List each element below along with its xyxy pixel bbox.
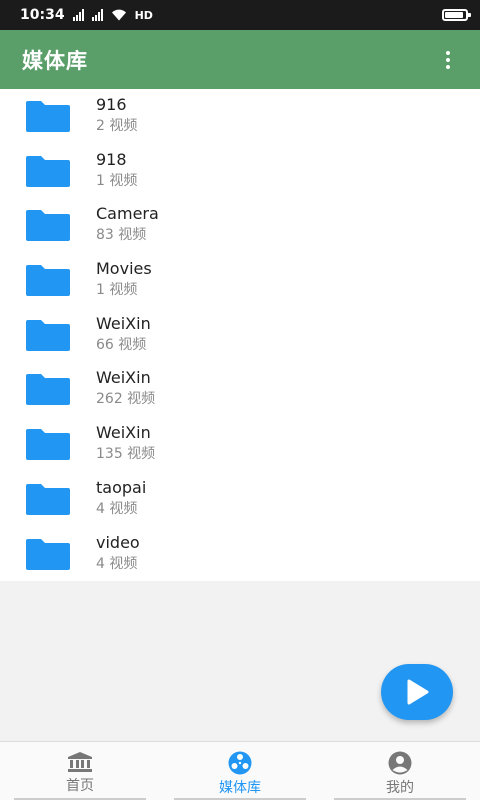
folder-list: 916 2 视频 918 1 视频 Camera 83 视频 Movies 1 视频 W… [0, 89, 480, 581]
folder-video-count: 4 视频 [96, 500, 138, 517]
bottom-navigation: 首页 媒体库 我的 [0, 741, 480, 800]
folder-icon [26, 155, 70, 187]
more-options-button[interactable] [438, 45, 458, 75]
film-reel-icon [228, 751, 252, 775]
folder-item[interactable]: 918 1 视频 [0, 144, 480, 199]
battery-icon [442, 9, 471, 21]
more-vert-dot [446, 57, 450, 62]
folder-item[interactable]: video 4 视频 [0, 527, 480, 582]
tab-home[interactable]: 首页 [0, 742, 160, 800]
folder-name: taopai [96, 477, 147, 497]
folder-video-count: 1 视频 [96, 172, 138, 189]
folder-name: Movies [96, 259, 152, 279]
network-type-label: HD [134, 8, 153, 22]
wifi-icon [111, 9, 126, 21]
folder-video-count: 83 视频 [96, 227, 147, 244]
folder-icon [26, 538, 70, 570]
battery-level [445, 12, 463, 18]
folder-name: video [96, 532, 140, 552]
play-icon [407, 679, 429, 705]
folder-item[interactable]: Movies 1 视频 [0, 253, 480, 308]
tab-home-label: 首页 [66, 778, 94, 794]
tab-mine-label: 我的 [386, 780, 414, 796]
account-icon [388, 751, 412, 775]
folder-name: Camera [96, 204, 159, 224]
folder-video-count: 262 视频 [96, 391, 156, 408]
folder-item[interactable]: WeiXin 262 视频 [0, 362, 480, 417]
bank-icon [68, 752, 92, 772]
folder-item[interactable]: WeiXin 66 视频 [0, 308, 480, 363]
tab-media-library[interactable]: 媒体库 [160, 742, 320, 800]
folder-item[interactable]: Camera 83 视频 [0, 198, 480, 253]
folder-item[interactable]: 916 2 视频 [0, 89, 480, 144]
signal-icon [72, 9, 84, 21]
folder-icon [26, 319, 70, 351]
status-time: 10:34 [20, 7, 65, 23]
folder-icon [26, 374, 70, 406]
folder-video-count: 66 视频 [96, 336, 147, 353]
folder-video-count: 1 视频 [96, 282, 138, 299]
more-vert-icon [446, 50, 450, 55]
tab-media-library-label: 媒体库 [219, 780, 261, 796]
folder-video-count: 2 视频 [96, 118, 138, 134]
play-fab-button[interactable] [381, 664, 453, 720]
folder-name: 918 [96, 149, 127, 169]
folder-icon [26, 429, 70, 461]
folder-icon [26, 101, 70, 132]
folder-video-count: 4 视频 [96, 555, 138, 572]
signal-icon [91, 9, 103, 21]
app-bar: 媒体库 [0, 30, 480, 89]
folder-item[interactable]: taopai 4 视频 [0, 472, 480, 527]
folder-name: WeiXin [96, 313, 151, 333]
folder-name: WeiXin [96, 368, 151, 388]
folder-icon [26, 210, 70, 242]
folder-icon [26, 265, 70, 297]
more-vert-dot [446, 64, 450, 69]
tab-mine[interactable]: 我的 [320, 742, 480, 800]
folder-icon [26, 483, 70, 515]
folder-item[interactable]: WeiXin 135 视频 [0, 417, 480, 472]
folder-name: 916 [96, 95, 127, 114]
page-title: 媒体库 [22, 48, 88, 73]
folder-name: WeiXin [96, 423, 151, 443]
folder-video-count: 135 视频 [96, 446, 156, 463]
status-bar: 10:34 HD [0, 0, 480, 30]
